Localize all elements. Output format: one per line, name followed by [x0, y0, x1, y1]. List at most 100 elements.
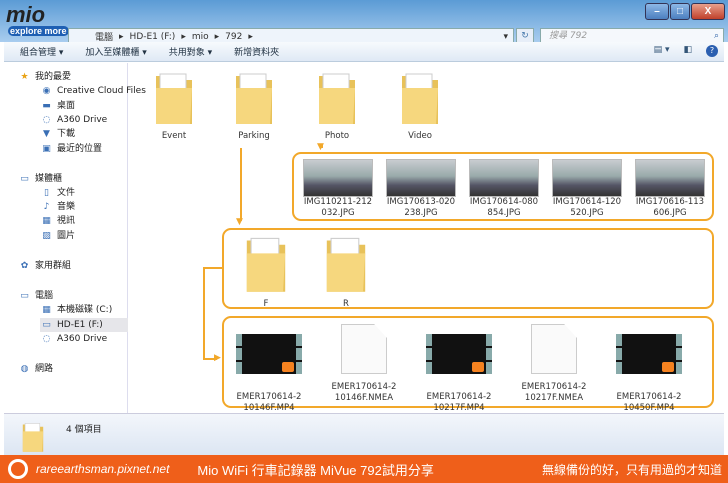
photo-item[interactable]: IMG170613-020 238.JPG: [383, 159, 459, 219]
breadcrumb-mio[interactable]: mio: [192, 32, 209, 42]
library-icon: ▭: [20, 174, 29, 184]
sidebar-item[interactable]: ▦ 視訊: [40, 214, 128, 228]
play-icon: [662, 362, 674, 372]
file-name: EMER170614-2 10146F.NMEA: [331, 382, 397, 403]
sidebar-item[interactable]: ◌ A360 Drive: [40, 113, 128, 127]
document-icon: [341, 324, 387, 374]
file-item[interactable]: EMER170614-2 10146F.NMEA: [323, 322, 405, 404]
sidebar-item[interactable]: ◍ 網路: [18, 362, 128, 376]
pixnet-logo-icon: [8, 459, 28, 479]
star-icon: ★: [20, 72, 29, 82]
sidebar-item[interactable]: ▬ 桌面: [40, 99, 128, 113]
item-count: 4 個項目: [66, 425, 102, 435]
download-icon: ▼: [43, 129, 50, 139]
photo-thumbnail: [303, 159, 373, 197]
folder-item[interactable]: Photo: [305, 68, 369, 142]
photo-thumbnail: [635, 159, 705, 197]
minimize-button[interactable]: –: [645, 3, 669, 20]
file-name: IMG170614-080 854.JPG: [469, 197, 539, 218]
chevron-down-icon[interactable]: ▾: [503, 32, 508, 42]
footer-banner: rareearthsman.pixnet.net Mio WiFi 行車記錄器 …: [0, 455, 728, 483]
sidebar-item-label: A360 Drive: [57, 115, 108, 125]
folder-label: R: [343, 299, 349, 309]
add-to-library-button[interactable]: 加入至媒體櫃 ▾: [85, 45, 146, 58]
sidebar-item[interactable]: ♪ 音樂: [40, 200, 128, 214]
photo-item[interactable]: IMG110211-212 032.JPG: [300, 159, 376, 219]
share-button[interactable]: 共用對象 ▾: [169, 45, 212, 58]
organize-button[interactable]: 組合管理 ▾: [20, 45, 63, 58]
sidebar-item[interactable]: ▭ HD-E1 (F:): [40, 318, 128, 332]
sidebar-item-label: 視訊: [57, 216, 76, 226]
folder-item[interactable]: Parking: [222, 68, 286, 142]
sidebar-item-label: 最近的位置: [57, 144, 103, 154]
sidebar-item-label: 我的最愛: [35, 72, 72, 82]
chevron-right-icon: ▸: [119, 31, 124, 42]
folder-item[interactable]: Video: [388, 68, 452, 142]
file-item[interactable]: EMER170614-2 10450F.MP4: [608, 322, 690, 414]
sidebar-item[interactable]: ▦ 本機磁碟 (C:): [40, 303, 128, 317]
new-folder-button[interactable]: 新增資料夾: [234, 45, 279, 58]
chevron-right-icon: ▸: [248, 31, 253, 42]
sidebar-item-label: 網路: [35, 364, 54, 374]
subfolder-item[interactable]: F: [236, 232, 296, 310]
arrow-right-icon: ▶: [214, 353, 221, 363]
logo-tagline: explore more: [8, 26, 69, 36]
sidebar-item[interactable]: ★ 我的最愛: [18, 70, 128, 84]
homegroup-icon: ✿: [20, 261, 29, 271]
photo-item[interactable]: IMG170614-120 520.JPG: [549, 159, 625, 219]
maximize-button[interactable]: □: [670, 3, 690, 20]
folder-label: Photo: [324, 131, 350, 141]
video-icon: ▦: [42, 216, 51, 226]
subfolder-item[interactable]: R: [316, 232, 376, 310]
sidebar-item[interactable]: ▨ 圖片: [40, 229, 128, 243]
sidebar-item[interactable]: ▼ 下載: [40, 127, 128, 141]
video-thumbnail: [616, 334, 682, 374]
video-thumbnail: [426, 334, 492, 374]
help-icon[interactable]: ?: [706, 45, 718, 57]
site-url[interactable]: rareearthsman.pixnet.net: [36, 462, 169, 476]
sidebar-item[interactable]: ✿ 家用群組: [18, 259, 128, 273]
sidebar-item[interactable]: ▭ 電腦: [18, 289, 128, 303]
sidebar-item-label: 圖片: [57, 231, 76, 241]
folder-icon: [152, 68, 196, 128]
preview-pane-icon[interactable]: ◧: [683, 45, 692, 57]
sidebar-item[interactable]: ▯ 文件: [40, 186, 128, 200]
photo-item[interactable]: IMG170616-113 606.JPG: [632, 159, 708, 219]
file-item[interactable]: EMER170614-2 10146F.MP4: [228, 322, 310, 414]
sidebar-item-label: 桌面: [57, 101, 76, 111]
folder-item[interactable]: Event: [142, 68, 206, 142]
file-name: EMER170614-2 10217F.MP4: [426, 392, 492, 413]
folder-label: Video: [408, 131, 432, 141]
chevron-right-icon: ▸: [214, 31, 220, 42]
arrow-down-icon: ▼: [236, 217, 243, 227]
photo-item[interactable]: IMG170614-080 854.JPG: [466, 159, 542, 219]
cloud-icon: ◉: [42, 86, 51, 96]
file-name: EMER170614-2 10217F.NMEA: [521, 382, 587, 403]
folder-label: F: [263, 299, 269, 309]
drive-icon: ◌: [42, 334, 51, 344]
folder-icon: [241, 232, 291, 296]
sidebar-item[interactable]: ▣ 最近的位置: [40, 142, 128, 156]
file-item[interactable]: EMER170614-2 10217F.NMEA: [513, 322, 595, 404]
sidebar-item[interactable]: ▭ 媒體櫃: [18, 172, 128, 186]
footer-slogan: 無線備份的好，只有用過的才知道: [541, 462, 722, 477]
close-button[interactable]: X: [691, 3, 725, 20]
breadcrumb-drive[interactable]: HD-E1 (F:): [130, 32, 176, 42]
sidebar-item-label: A360 Drive: [57, 334, 108, 344]
file-name: IMG170613-020 238.JPG: [386, 197, 456, 218]
recent-icon: ▣: [42, 144, 51, 154]
sidebar-item-label: HD-E1 (F:): [57, 320, 103, 330]
sidebar-item-label: 媒體櫃: [35, 174, 63, 184]
sidebar-item[interactable]: ◌ A360 Drive: [40, 332, 128, 346]
chevron-right-icon: ▸: [181, 31, 186, 42]
file-item[interactable]: EMER170614-2 10217F.MP4: [418, 322, 500, 414]
photo-thumbnail: [552, 159, 622, 197]
sidebar-item-label: 音樂: [57, 202, 76, 212]
arrow-line: [203, 267, 223, 269]
sidebar-item-label: 文件: [57, 188, 76, 198]
breadcrumb-792[interactable]: 792: [225, 32, 242, 42]
footer-title: Mio WiFi 行車記錄器 MiVue 792試用分享: [197, 462, 434, 478]
folder-icon: [321, 232, 371, 296]
view-options-icon[interactable]: ▤ ▾: [654, 45, 670, 57]
sidebar-item[interactable]: ◉ Creative Cloud Files: [40, 84, 146, 98]
